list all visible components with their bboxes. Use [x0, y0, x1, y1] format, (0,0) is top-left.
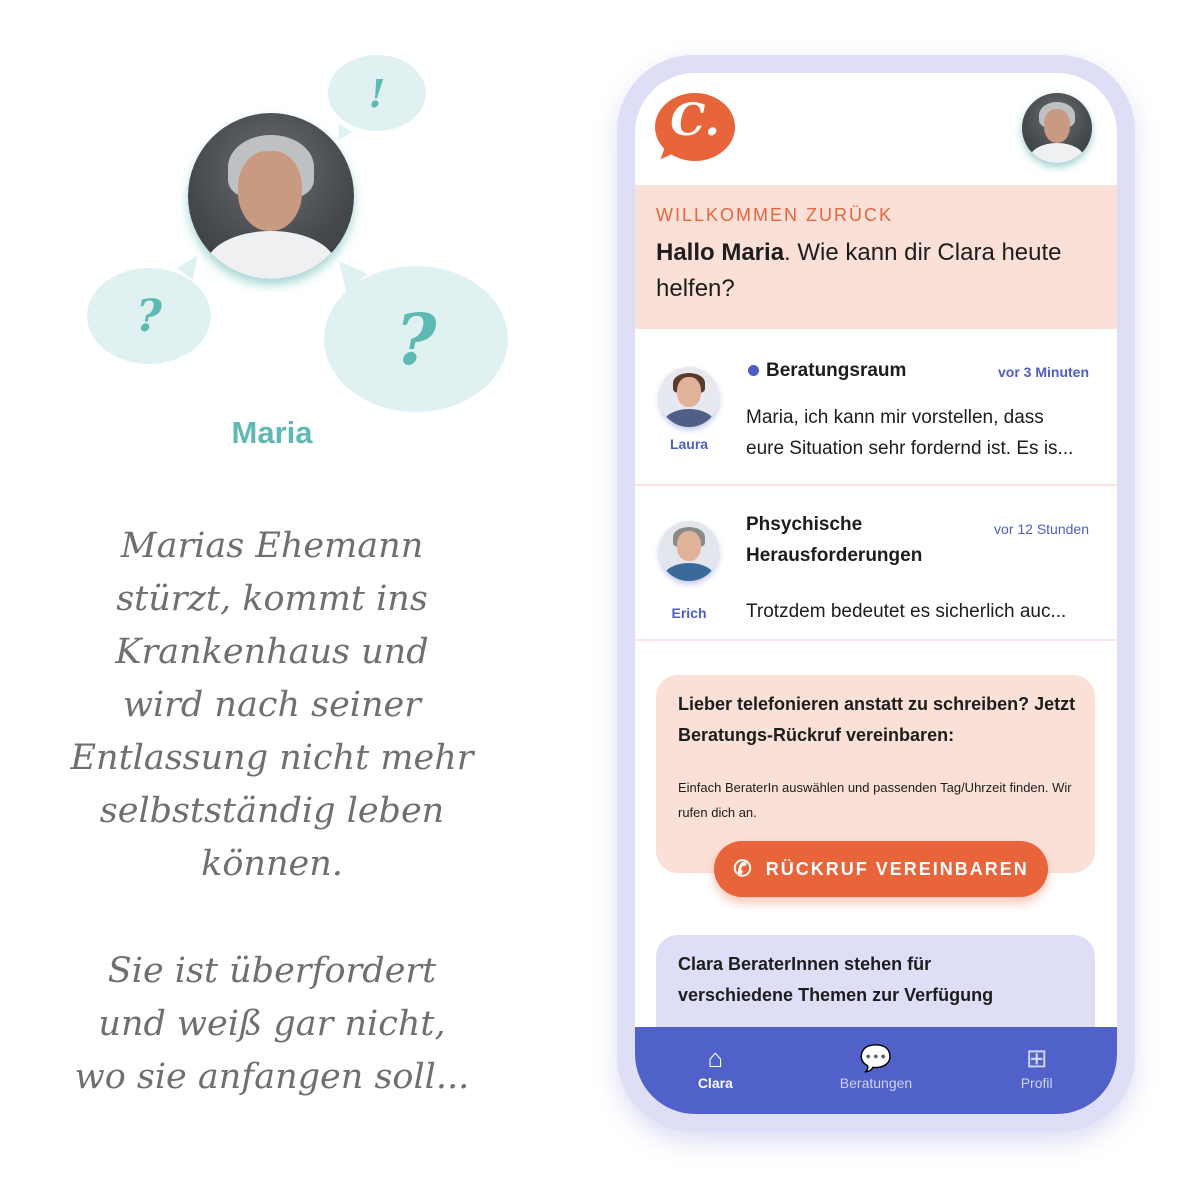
callback-title: Lieber telefonieren anstatt zu schreiben… [678, 694, 1076, 745]
schedule-callback-button[interactable]: ✆ RÜCKRUF VEREINBAREN [714, 841, 1048, 897]
speech-bubble-question-large: ? [324, 266, 508, 412]
phone-frame: C. WILLKOMMEN ZURÜCK Hallo Maria. Wie ka… [617, 55, 1135, 1132]
conversation-item-beratungsraum[interactable]: Laura Beratungsraum vor 3 Minuten Maria,… [635, 332, 1117, 486]
chat-bubbles-icon: 💬 [859, 1043, 893, 1073]
logo-letter: C. [670, 95, 720, 146]
conversation-time: vor 12 Stunden [994, 521, 1089, 537]
avatar-face [1044, 109, 1070, 143]
persona-name: Maria [231, 415, 313, 450]
phone-callback-icon: ✆ [733, 856, 754, 881]
unread-dot-icon [748, 365, 759, 376]
callback-description: Einfach BeraterIn auswählen und passende… [678, 780, 1072, 820]
avatar-shirt [206, 231, 336, 279]
home-icon: ⌂ [707, 1043, 724, 1073]
clara-logo[interactable]: C. [655, 93, 735, 166]
callback-button-label: RÜCKRUF VEREINBAREN [765, 858, 1029, 879]
avatar-face [238, 151, 302, 231]
welcome-greeting: Hallo Maria. Wie kann dir Clara heute he… [656, 235, 1086, 307]
clipboard-plus-icon: ⊞ [1025, 1043, 1048, 1073]
advisor-name: Erich [671, 605, 707, 621]
advisor-avatar-erich [659, 521, 719, 581]
conversation-item-psychische-herausforderungen[interactable]: Erich Phsychische Herausforderungen vor … [635, 487, 1117, 641]
conversation-time: vor 3 Minuten [997, 364, 1089, 380]
avatar-shirt [663, 563, 715, 581]
conversation-preview: Maria, ich kann mir vorstellen, dass eur… [746, 407, 1074, 459]
app-screen: C. WILLKOMMEN ZURÜCK Hallo Maria. Wie ka… [635, 73, 1117, 1114]
conversation-title: Phsychische Herausforderungen [746, 514, 923, 566]
conversation-preview: Trotzdem bedeutet es sicherlich auc... [746, 601, 1067, 622]
profile-avatar-button[interactable] [1022, 93, 1092, 163]
conversation-title: Beratungsraum [766, 360, 907, 381]
advisor-name: Laura [669, 436, 709, 452]
tab-label: Clara [697, 1075, 733, 1091]
greeting-name: Hallo Maria [656, 239, 785, 266]
avatar-shirt [1030, 143, 1084, 163]
tab-clara[interactable]: ⌂ Clara [635, 1027, 796, 1114]
welcome-kicker: WILLKOMMEN ZURÜCK [656, 205, 894, 225]
bottom-tab-bar: ⌂ Clara 💬 Beratungen ⊞ Profil [635, 1027, 1117, 1114]
question-mark: ? [395, 297, 437, 381]
avatar-face [677, 377, 701, 407]
tab-label: Beratungen [839, 1075, 913, 1091]
story-text-1: Marias Ehemann stürzt, kommt ins Kranken… [70, 526, 474, 884]
speech-bubble-question-small: ? [87, 268, 211, 364]
persona-avatar [188, 113, 354, 279]
story-text-2: Sie ist überfordert und weiß gar nicht, … [74, 951, 470, 1097]
tab-label: Profil [1020, 1075, 1053, 1091]
tab-beratungen[interactable]: 💬 Beratungen [796, 1027, 957, 1114]
topics-title: Clara BeraterInnen stehen für verschiede… [678, 954, 994, 1005]
question-mark: ? [136, 290, 162, 342]
avatar-shirt [663, 409, 715, 427]
tab-profil[interactable]: ⊞ Profil [956, 1027, 1117, 1114]
exclamation-mark: ! [368, 70, 386, 116]
welcome-banner: WILLKOMMEN ZURÜCK Hallo Maria. Wie kann … [635, 185, 1117, 329]
advisor-avatar-laura [659, 367, 719, 427]
avatar-face [677, 531, 701, 561]
speech-bubble-exclamation: ! [328, 55, 426, 131]
